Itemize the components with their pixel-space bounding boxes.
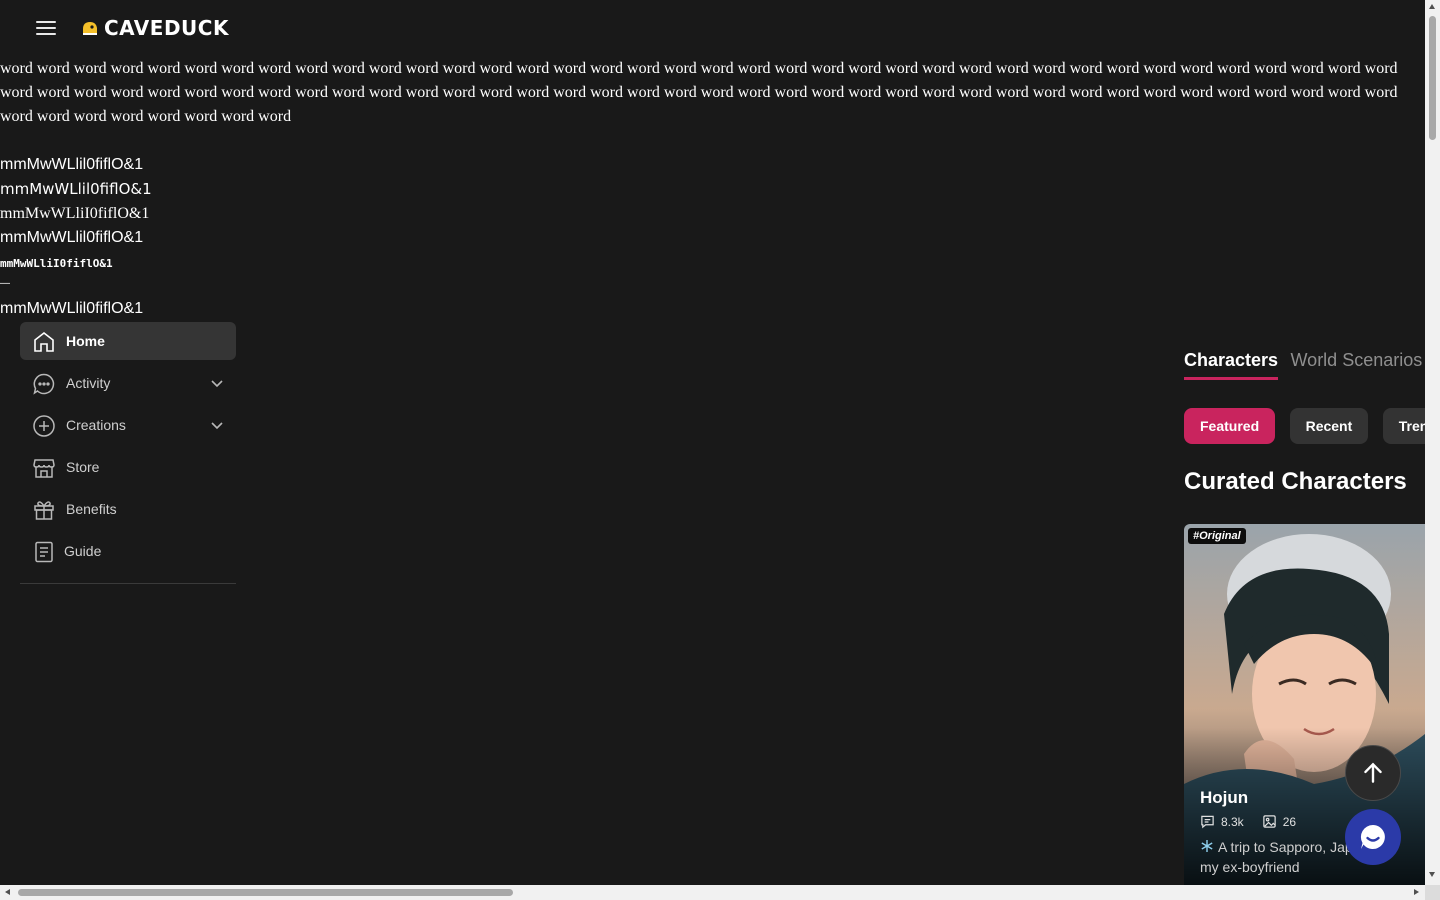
- filter-recent[interactable]: Recent: [1289, 408, 1369, 444]
- sidebar-item-creations[interactable]: Creations: [20, 406, 236, 444]
- category-tabs: Characters World Scenarios: [1184, 350, 1425, 384]
- top-bar: CAVEDUCK: [0, 0, 1425, 56]
- tab-world-scenarios[interactable]: World Scenarios: [1291, 350, 1423, 371]
- sidebar-divider: [20, 583, 236, 584]
- snowflake-icon: [1201, 840, 1213, 852]
- vertical-scrollbar[interactable]: [1425, 0, 1440, 885]
- scrollbar-corner: [1425, 885, 1440, 900]
- section-title: Curated Characters: [1184, 468, 1407, 495]
- book-icon: [35, 541, 53, 563]
- filter-featured[interactable]: Featured: [1184, 408, 1276, 444]
- message-count-value: 8.3k: [1221, 814, 1244, 829]
- sidebar-item-label: Benefits: [66, 501, 117, 517]
- filter-pills: Featured Recent Trending: [1184, 408, 1425, 444]
- sidebar: Home Activity Creations Store Benefits G…: [20, 322, 236, 574]
- font-sample: mmMwWLlil0fiflO&1: [0, 300, 144, 318]
- chevron-down-icon[interactable]: [210, 376, 224, 390]
- sidebar-item-activity[interactable]: Activity: [20, 364, 236, 402]
- scroll-to-top-button[interactable]: [1345, 745, 1401, 801]
- message-count: 8.3k: [1200, 814, 1244, 829]
- sidebar-item-benefits[interactable]: Benefits: [20, 490, 236, 528]
- image-count: 26: [1262, 814, 1296, 829]
- logo[interactable]: CAVEDUCK: [80, 16, 229, 40]
- sidebar-item-guide[interactable]: Guide: [20, 532, 236, 570]
- filter-trending[interactable]: Trending: [1382, 408, 1425, 444]
- horizontal-scrollbar[interactable]: [0, 885, 1425, 900]
- character-stats: 8.3k 26: [1200, 814, 1314, 829]
- sidebar-item-store[interactable]: Store: [20, 448, 236, 486]
- message-icon: [1201, 815, 1214, 829]
- font-sample: mmMwWLlil0fiflO&1: [0, 228, 144, 246]
- sidebar-item-label: Home: [66, 333, 105, 349]
- font-sample: mmMwWLlil0fiflO&1: [0, 156, 144, 173]
- scroll-up-arrow[interactable]: [1429, 4, 1435, 9]
- chat-smile-icon: [1360, 824, 1385, 849]
- tab-characters[interactable]: Characters: [1184, 350, 1279, 380]
- arrow-up-icon: [1364, 762, 1382, 783]
- menu-icon[interactable]: [34, 17, 58, 39]
- gift-icon: [34, 501, 54, 520]
- home-icon: [34, 331, 54, 352]
- store-icon: [33, 459, 55, 478]
- sidebar-item-label: Store: [66, 459, 100, 475]
- horizontal-scroll-thumb[interactable]: [18, 889, 513, 896]
- image-icon: [1262, 815, 1276, 828]
- font-samples: mmMwWLlil0fiflO&1 mmMwWLlil0fiflO&1 mmMw…: [0, 153, 152, 321]
- original-badge: #Original: [1188, 528, 1246, 544]
- chevron-down-icon[interactable]: [210, 418, 224, 432]
- image-count-value: 26: [1282, 814, 1297, 829]
- font-sample: mmMwWLliI0fiflO&1: [0, 204, 150, 222]
- font-sample: —: [0, 278, 10, 290]
- sidebar-item-label: Creations: [66, 417, 126, 433]
- font-sample: mmMwWLliI0fiflO&1: [0, 257, 113, 271]
- font-sample: mmMwWLlil0fiflO&1: [0, 180, 152, 199]
- test-word-block: word word word word word word word word …: [0, 60, 1398, 125]
- vertical-scroll-thumb[interactable]: [1429, 16, 1436, 140]
- plus-circle-icon: [33, 415, 55, 437]
- sidebar-item-label: Activity: [66, 375, 111, 391]
- scroll-right-arrow[interactable]: [1414, 889, 1419, 895]
- sidebar-item-label: Guide: [64, 543, 102, 559]
- character-name: Hojun: [1200, 788, 1249, 807]
- duck-logo-icon: [83, 22, 97, 35]
- chat-bubble-icon: [33, 373, 55, 395]
- sidebar-item-home[interactable]: Home: [20, 322, 236, 360]
- logo-text: CAVEDUCK: [104, 16, 229, 40]
- main-content: Characters World Scenarios Featured Rece…: [1184, 340, 1425, 885]
- scroll-down-arrow[interactable]: [1429, 872, 1435, 877]
- scroll-left-arrow[interactable]: [5, 889, 10, 895]
- chat-support-button[interactable]: [1345, 809, 1401, 865]
